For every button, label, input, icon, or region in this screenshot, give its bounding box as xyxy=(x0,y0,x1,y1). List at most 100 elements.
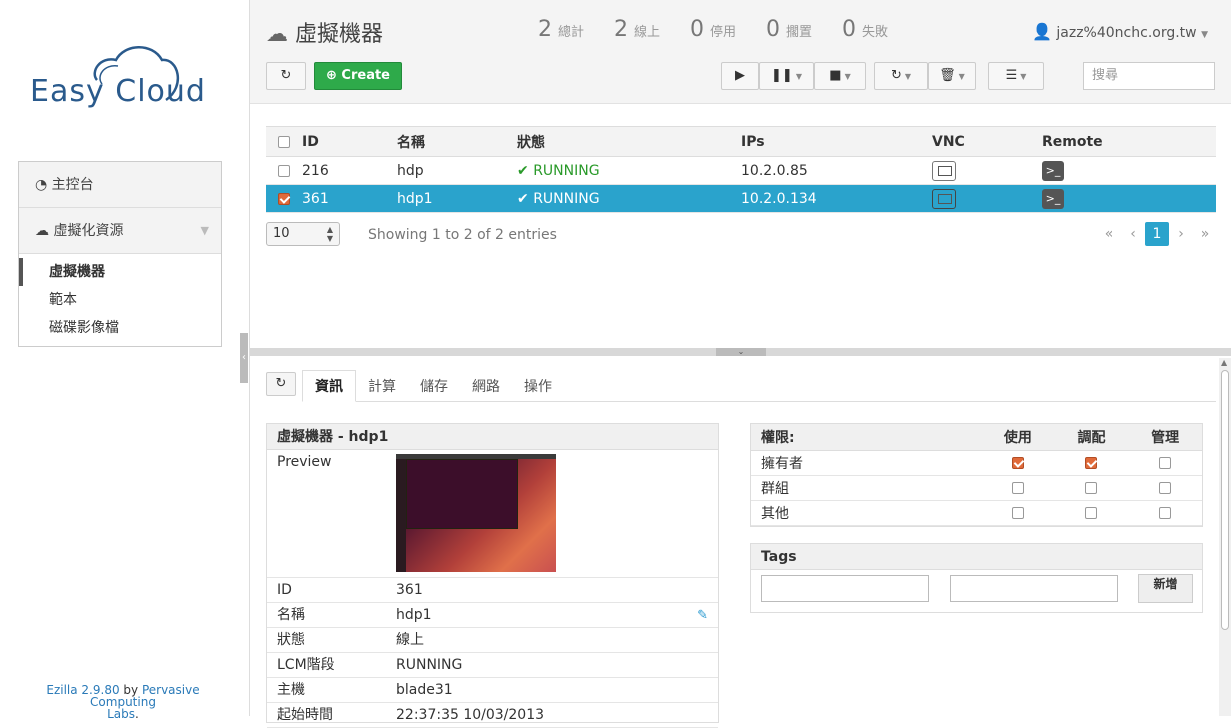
col-ips[interactable]: IPs xyxy=(741,126,932,157)
vm-preview-image[interactable] xyxy=(396,454,556,572)
col-id[interactable]: ID xyxy=(302,126,397,157)
create-button[interactable]: ⊕ Create xyxy=(314,62,402,90)
chevron-down-icon[interactable]: ⌄ xyxy=(716,348,766,356)
page-title-text: 虛擬機器 xyxy=(295,22,384,47)
table-row[interactable]: 361 hdp1 ✔ RUNNING 10.2.0.134 >_ xyxy=(266,184,1216,213)
info-row: LCM階段 RUNNING xyxy=(267,653,718,678)
search-input[interactable]: 搜尋 xyxy=(1083,62,1215,90)
edit-icon[interactable]: ✎ xyxy=(697,603,708,628)
prev-page-button[interactable]: ‹ xyxy=(1121,222,1145,246)
info-key: 名稱 xyxy=(277,607,305,623)
perm-checkbox[interactable] xyxy=(1159,506,1172,519)
col-status[interactable]: 狀態 xyxy=(517,126,741,157)
cell-vnc xyxy=(932,156,1042,185)
select-all-checkbox[interactable] xyxy=(278,135,290,148)
delete-button[interactable]: 🗑 ▼ xyxy=(928,62,976,90)
permissions-header: 權限: xyxy=(751,424,981,451)
col-remote[interactable]: Remote xyxy=(1042,126,1216,157)
add-tag-button[interactable]: 新增 xyxy=(1138,574,1193,603)
col-vnc[interactable]: VNC xyxy=(932,126,1042,157)
detail-scrollbar[interactable]: ▲ xyxy=(1219,358,1231,716)
terminal-icon[interactable]: >_ xyxy=(1042,160,1064,181)
list-icon: ☰ xyxy=(1005,68,1018,83)
monitor-icon[interactable] xyxy=(932,188,956,209)
panel-divider[interactable]: ⌄ xyxy=(250,348,1231,356)
sidebar-item-dashboard[interactable]: ◔ 主控台 xyxy=(19,162,221,208)
stat-count: 0 xyxy=(766,17,780,42)
perm-label: 群組 xyxy=(751,475,981,501)
perm-checkbox[interactable] xyxy=(1011,506,1024,519)
logo-text: Easy Cloud xyxy=(30,74,206,109)
col-name[interactable]: 名稱 xyxy=(397,126,517,157)
cell-remote: >_ xyxy=(1042,156,1216,185)
info-value: hdp1 xyxy=(396,607,432,623)
table-row[interactable]: 216 hdp ✔ RUNNING 10.2.0.85 >_ xyxy=(266,156,1216,185)
row-select-cell[interactable] xyxy=(266,184,302,213)
reboot-icon: ↻ xyxy=(890,68,902,83)
org-link-line2[interactable]: Labs xyxy=(107,707,135,721)
stat-count: 2 xyxy=(538,17,552,42)
tag-value-input[interactable] xyxy=(950,575,1118,602)
perm-checkbox[interactable] xyxy=(1011,456,1024,469)
cell-name: hdp1 xyxy=(397,184,517,213)
perm-cell xyxy=(1054,500,1129,526)
refresh-button[interactable]: ↻ xyxy=(266,62,306,90)
tab-network[interactable]: 網路 xyxy=(460,371,512,403)
pause-button[interactable]: ❚❚ ▼ xyxy=(759,62,814,90)
stat-label: 擱置 xyxy=(786,25,813,40)
row-checkbox[interactable] xyxy=(278,164,290,177)
monitor-icon[interactable] xyxy=(932,160,956,181)
reboot-button[interactable]: ↻ ▼ xyxy=(874,62,928,90)
cell-name: hdp xyxy=(397,156,517,185)
play-button[interactable]: ▶ xyxy=(721,62,759,90)
perm-checkbox[interactable] xyxy=(1085,456,1098,469)
sidebar-collapse-handle[interactable]: ‹ xyxy=(240,333,248,383)
row-checkbox[interactable] xyxy=(278,192,290,205)
more-actions-button[interactable]: ☰ ▼ xyxy=(988,62,1044,90)
cell-vnc xyxy=(932,184,1042,213)
scrollbar-thumb[interactable] xyxy=(1221,370,1229,630)
user-menu[interactable]: 👤 jazz%40nchc.org.tw ▼ xyxy=(1032,22,1208,41)
scroll-up-icon[interactable]: ▲ xyxy=(1221,358,1227,367)
tab-storage[interactable]: 儲存 xyxy=(408,371,460,403)
stop-button[interactable]: ■ ▼ xyxy=(814,62,866,90)
tab-info[interactable]: 資訊 xyxy=(302,370,356,402)
terminal-icon[interactable]: >_ xyxy=(1042,188,1064,209)
sidebar-submenu: 虛擬機器 範本 磁碟影像檔 xyxy=(19,254,221,346)
cell-status: ✔ RUNNING xyxy=(517,156,741,185)
page-1-button[interactable]: 1 xyxy=(1145,222,1169,246)
stat-label: 失敗 xyxy=(862,25,889,40)
status-text: RUNNING xyxy=(533,162,600,179)
cell-id: 216 xyxy=(302,156,397,185)
search-placeholder: 搜尋 xyxy=(1092,68,1119,83)
vm-table: ID 名稱 狀態 IPs VNC Remote 216 hdp ✔ RUNNIN… xyxy=(266,126,1216,213)
detail-refresh-button[interactable]: ↻ xyxy=(266,372,296,396)
sidebar-item-templates[interactable]: 範本 xyxy=(19,286,221,314)
tab-actions[interactable]: 操作 xyxy=(512,371,564,403)
sidebar-item-virtual-resources[interactable]: ☁ 虛擬化資源 ▼ xyxy=(19,208,221,254)
perm-checkbox[interactable] xyxy=(1011,481,1024,494)
perm-checkbox[interactable] xyxy=(1085,506,1098,519)
pagination: «‹ 1 ›» xyxy=(1097,222,1217,246)
row-select-cell[interactable] xyxy=(266,156,302,185)
select-all-cell[interactable] xyxy=(266,126,302,157)
first-page-button[interactable]: « xyxy=(1097,222,1121,246)
perm-checkbox[interactable] xyxy=(1085,481,1098,494)
tags-title: Tags xyxy=(751,544,1202,570)
sidebar-item-disk-images[interactable]: 磁碟影像檔 xyxy=(19,314,221,342)
tab-compute[interactable]: 計算 xyxy=(356,371,408,403)
sidebar-menu: ◔ 主控台 ☁ 虛擬化資源 ▼ 虛擬機器 範本 磁碟影像檔 xyxy=(18,161,222,347)
info-panel: 虛擬機器 - hdp1 Preview ID 361 名稱 hdp1 ✎ 狀態 線上 L… xyxy=(266,423,719,728)
last-page-button[interactable]: » xyxy=(1193,222,1217,246)
info-row: 名稱 hdp1 ✎ xyxy=(267,603,718,628)
page-size-select[interactable]: 10 ▲ ▼ xyxy=(266,222,340,246)
next-page-button[interactable]: › xyxy=(1169,222,1193,246)
perm-checkbox[interactable] xyxy=(1159,456,1172,469)
tag-key-input[interactable] xyxy=(761,575,929,602)
footer-dot: . xyxy=(135,707,139,721)
chevron-down-icon: ▼ xyxy=(1201,30,1208,40)
sidebar-item-virtual-machines[interactable]: 虛擬機器 xyxy=(19,258,221,286)
easy-cloud-logo[interactable]: Easy Cloud xyxy=(22,40,222,120)
perm-checkbox[interactable] xyxy=(1159,481,1172,494)
info-row: 主機 blade31 xyxy=(267,678,718,703)
